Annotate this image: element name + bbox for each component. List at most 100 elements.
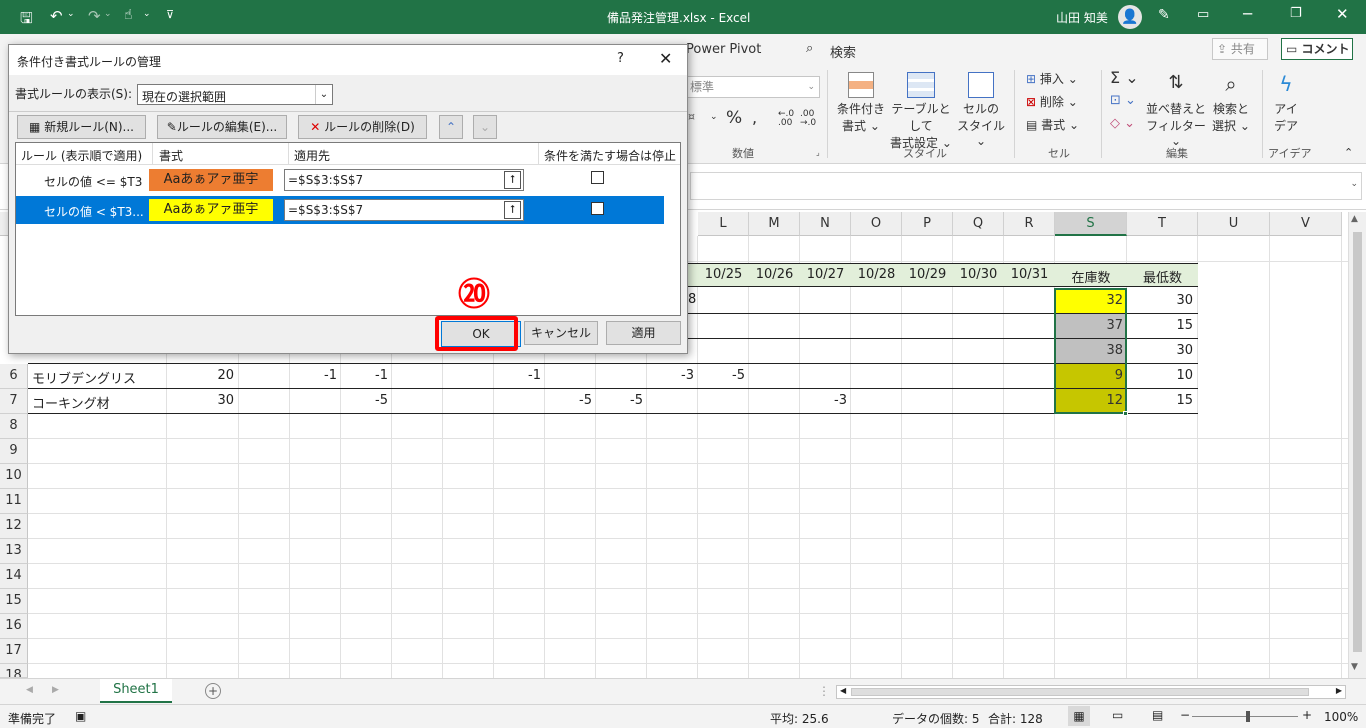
touch-dropdown-icon[interactable]: ⌄ [143, 9, 151, 19]
new-rule-button[interactable]: ▦ 新規ルール(N)... [17, 115, 146, 139]
number-format-select[interactable]: 標準 ⌄ [686, 76, 820, 98]
stock-header[interactable]: 在庫数 [1055, 267, 1127, 286]
date-header[interactable]: 10/29 [902, 267, 953, 282]
date-header[interactable]: 10/26 [749, 267, 800, 282]
comma-icon[interactable]: , [752, 108, 757, 127]
item-name-cell[interactable]: モリブデングリス [32, 368, 136, 387]
vertical-scrollbar[interactable]: ▲ ▼ [1348, 212, 1366, 678]
column-header-selected[interactable]: S [1055, 212, 1127, 236]
format-button[interactable]: ▤ 書式 ⌄ [1026, 116, 1079, 133]
min-header[interactable]: 最低数 [1127, 267, 1198, 286]
cell[interactable]: 8 [688, 292, 696, 307]
decrease-decimal-icon[interactable]: .00 →.0 [800, 110, 816, 128]
page-layout-icon[interactable]: ▭ [1112, 708, 1123, 722]
min-cell[interactable]: 15 [1127, 318, 1197, 333]
row-header[interactable]: 12 [0, 514, 28, 539]
range-select-icon[interactable]: ⭡ [504, 171, 521, 189]
minimize-icon[interactable]: ─ [1243, 5, 1252, 23]
col-format-header[interactable]: 書式 [159, 147, 183, 164]
cell[interactable]: -3 [647, 368, 697, 383]
collapse-ribbon-icon[interactable]: ⌃ [1344, 146, 1353, 159]
cell[interactable]: -5 [341, 393, 391, 408]
expand-formula-icon[interactable]: ⌄ [1350, 179, 1358, 189]
move-up-button[interactable]: ⌃ [439, 115, 463, 139]
normal-view-icon[interactable]: ▦ [1068, 706, 1090, 726]
row-header[interactable]: 13 [0, 539, 28, 564]
chevron-down-icon[interactable]: ⌄ [315, 85, 332, 104]
row-header[interactable]: 16 [0, 614, 28, 639]
ribbon-display-icon[interactable]: ▭ [1197, 7, 1209, 22]
date-header[interactable]: 10/27 [800, 267, 851, 282]
zoom-out-icon[interactable]: − [1180, 708, 1190, 722]
add-sheet-icon[interactable]: + [205, 683, 221, 699]
column-header[interactable]: R [1004, 212, 1055, 236]
horizontal-scrollbar[interactable]: ◀ ▶ [836, 685, 1346, 699]
sort-filter-button[interactable]: ⇅ 並べ替えと フィルター ⌄ [1146, 72, 1206, 148]
restore-icon[interactable]: ❐ [1290, 6, 1302, 21]
row-header[interactable]: 17 [0, 639, 28, 664]
share-button[interactable]: ⇪ 共有 [1212, 38, 1268, 60]
search-icon[interactable]: ⌕ [806, 41, 813, 56]
increase-decimal-icon[interactable]: ←.0.00 [778, 110, 794, 128]
date-header[interactable]: 10/30 [953, 267, 1004, 282]
sheet-tab-sheet1[interactable]: Sheet1 [100, 679, 172, 703]
insert-button[interactable]: ⊞ 挿入 ⌄ [1026, 70, 1078, 87]
date-header[interactable]: 10/28 [851, 267, 902, 282]
cell[interactable]: 20 [167, 368, 237, 383]
column-header[interactable]: U [1198, 212, 1270, 236]
row-header[interactable]: 8 [0, 414, 28, 439]
column-header[interactable]: N [800, 212, 851, 236]
stop-if-true-checkbox[interactable] [591, 202, 604, 215]
touch-mode-icon[interactable]: ☝ [124, 7, 133, 23]
range-select-icon[interactable]: ⭡ [504, 201, 521, 219]
rules-list[interactable]: ルール (表示順で適用) 書式 適用先 条件を満たす場合は停止 セルの値 <= … [15, 142, 681, 316]
help-icon[interactable]: ? [617, 51, 624, 66]
column-header[interactable]: O [851, 212, 902, 236]
cancel-button[interactable]: キャンセル [524, 321, 598, 345]
format-as-table-button[interactable]: テーブルとして 書式設定 ⌄ [886, 72, 956, 150]
column-header[interactable]: Q [953, 212, 1004, 236]
row-header[interactable]: 9 [0, 439, 28, 464]
row-header[interactable]: 15 [0, 589, 28, 614]
comment-button[interactable]: ▭ コメント [1281, 38, 1353, 60]
delete-rule-button[interactable]: ✕ ルールの削除(D) [298, 115, 427, 139]
col-rule-header[interactable]: ルール (表示順で適用) [21, 147, 142, 164]
autosum-icon[interactable]: Σ ⌄ [1110, 68, 1139, 87]
scroll-up-icon[interactable]: ▲ [1351, 214, 1358, 224]
cell-style-button[interactable]: セルの スタイル ⌄ [954, 72, 1008, 148]
cell[interactable]: -5 [596, 393, 646, 408]
undo-dropdown-icon[interactable]: ⌄ [67, 9, 75, 19]
row-header[interactable]: 14 [0, 564, 28, 589]
date-header[interactable]: 10/25 [698, 267, 749, 282]
applies-to-input[interactable]: =$S$3:$S$7 ⭡ [284, 169, 524, 191]
next-sheet-icon[interactable]: ▶ [52, 685, 59, 695]
h-scroll-thumb[interactable] [851, 688, 1309, 696]
cell[interactable]: -1 [290, 368, 340, 383]
min-cell[interactable]: 30 [1127, 293, 1197, 308]
column-header[interactable]: P [902, 212, 953, 236]
apply-button[interactable]: 適用 [606, 321, 681, 345]
formula-input[interactable]: ⌄ [690, 172, 1362, 200]
cell[interactable]: -3 [800, 393, 850, 408]
item-name-cell[interactable]: コーキング材 [32, 393, 110, 412]
percent-icon[interactable]: % [726, 108, 742, 128]
prev-sheet-icon[interactable]: ◀ [26, 685, 33, 695]
tab-power-pivot[interactable]: Power Pivot [686, 42, 761, 57]
min-cell[interactable]: 10 [1127, 368, 1197, 383]
currency-dropdown-icon[interactable]: ⌄ [710, 112, 718, 122]
row-header[interactable]: 18 [0, 664, 28, 678]
cell[interactable]: -1 [341, 368, 391, 383]
scroll-right-icon[interactable]: ▶ [1336, 686, 1342, 695]
close-window-icon[interactable]: ✕ [1336, 5, 1349, 23]
zoom-level[interactable]: 100% [1324, 710, 1358, 724]
row-header[interactable]: 7 [0, 389, 28, 414]
fill-icon[interactable]: ⊡ ⌄ [1110, 93, 1136, 108]
zoom-slider[interactable] [1192, 716, 1298, 717]
date-header[interactable]: 10/31 [1004, 267, 1055, 282]
row-header[interactable]: 10 [0, 464, 28, 489]
clear-icon[interactable]: ◇ ⌄ [1110, 116, 1135, 131]
show-rules-select[interactable]: 現在の選択範囲 ⌄ [137, 84, 333, 105]
currency-icon[interactable]: ¤ [688, 110, 695, 123]
delete-button[interactable]: ⊠ 削除 ⌄ [1026, 93, 1078, 110]
macro-record-icon[interactable]: ▣ [75, 709, 86, 723]
